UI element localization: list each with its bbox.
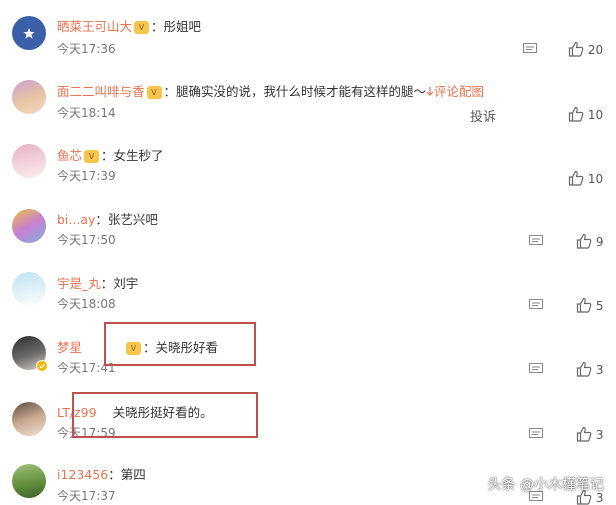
avatar[interactable] — [12, 209, 46, 243]
comment-time: 今天18:08 — [57, 297, 116, 311]
highlight-box — [104, 322, 256, 366]
thumbs-up-icon — [576, 361, 592, 377]
username[interactable]: 鱼芯 — [57, 148, 82, 163]
comment-item: 鱼芯 V ：女生秒了 今天17:39 10 — [0, 130, 616, 194]
avatar[interactable] — [12, 80, 46, 114]
comment-text: 彤姐吧 — [163, 19, 202, 34]
like-count: 3 — [595, 428, 604, 442]
comment-item: bi...ay：张艺兴吧 今天17:50 9 — [0, 194, 616, 258]
image-link[interactable]: 评论配图 — [426, 84, 484, 99]
username[interactable]: 宇是_丸 — [57, 276, 101, 291]
vip-badge-icon: V — [84, 150, 100, 163]
star-icon — [23, 28, 35, 39]
like-button[interactable]: 3 — [576, 426, 603, 442]
like-button[interactable]: 20 — [568, 41, 603, 57]
comment-time: 今天18:14 — [57, 106, 116, 120]
comment-item: 宇是_丸：刘宇 今天18:08 5 — [0, 258, 616, 322]
highlight-box — [72, 392, 258, 438]
link-icon — [426, 87, 434, 96]
comment-text: 第四 — [120, 467, 146, 482]
comment-item: 晒菜王可山大 V ：彤姐吧 今天17:36 20 — [0, 0, 616, 60]
like-button[interactable]: 9 — [576, 233, 603, 249]
thumbs-up-icon — [568, 106, 584, 122]
comment-line: 鱼芯 V ：女生秒了 — [57, 148, 164, 163]
comment-line: bi...ay：张艺兴吧 — [57, 212, 158, 227]
avatar[interactable] — [12, 464, 46, 498]
report-button[interactable]: 投诉 — [470, 106, 496, 125]
avatar[interactable] — [12, 272, 46, 306]
thumbs-up-icon — [576, 297, 592, 313]
reply-icon[interactable] — [529, 363, 543, 375]
comment-text: 张艺兴吧 — [107, 212, 158, 227]
comment-time: 今天17:39 — [57, 169, 116, 183]
reply-icon[interactable] — [529, 428, 543, 440]
comment-item: 面二二叫啡与香 V ：腿确实没的说，我什么时候才能有这样的腿～ 评论配图 今天18:1… — [0, 60, 616, 130]
comment-line: 宇是_丸：刘宇 — [57, 276, 139, 291]
comment-line: 面二二叫啡与香 V ：腿确实没的说，我什么时候才能有这样的腿～ 评论配图 — [57, 84, 485, 99]
username[interactable]: bi...ay — [57, 212, 95, 227]
avatar[interactable] — [12, 16, 46, 50]
like-count: 5 — [595, 299, 604, 313]
vip-badge-icon: V — [146, 86, 162, 99]
reply-icon[interactable] — [523, 43, 537, 55]
like-button[interactable]: 5 — [576, 297, 603, 313]
comment-time: 今天17:36 — [57, 42, 116, 56]
avatar[interactable] — [12, 144, 46, 178]
comment-time: 今天17:37 — [57, 489, 116, 503]
vip-badge-icon: V — [134, 21, 150, 34]
username[interactable]: ⅰ123456 — [57, 467, 108, 482]
comment-text: 女生秒了 — [113, 148, 164, 163]
avatar[interactable] — [12, 402, 46, 436]
thumbs-up-icon — [568, 41, 584, 57]
like-button[interactable]: 10 — [568, 170, 603, 186]
thumbs-up-icon — [576, 233, 592, 249]
reply-icon[interactable] — [529, 235, 543, 247]
like-button[interactable]: 10 — [568, 106, 603, 122]
watermark: 头条 @小木槿笔记 — [487, 477, 604, 493]
comment-text: 腿确实没的说，我什么时候才能有这样的腿～ — [176, 84, 427, 99]
like-count: 10 — [587, 172, 604, 186]
username[interactable]: 面二二叫啡与香 — [57, 84, 145, 99]
like-count: 9 — [595, 235, 604, 249]
username[interactable]: 晒菜王可山大 — [57, 19, 132, 34]
like-count: 20 — [587, 43, 604, 57]
comment-item: 梦星 V ：关晓彤好看 今天17:41 3 — [0, 322, 616, 384]
thumbs-up-icon — [576, 426, 592, 442]
like-count: 3 — [595, 363, 604, 377]
comment-time: 今天17:50 — [57, 233, 116, 247]
thumbs-up-icon — [568, 170, 584, 186]
comment-text: 刘宇 — [113, 276, 139, 291]
username[interactable]: 梦星 — [57, 340, 82, 355]
like-button[interactable]: 3 — [576, 361, 603, 377]
comment-line: 晒菜王可山大 V ：彤姐吧 — [57, 19, 202, 34]
verified-badge-icon — [36, 360, 48, 372]
reply-icon[interactable] — [529, 299, 543, 311]
like-count: 10 — [587, 108, 604, 122]
comment-line: ⅰ123456：第四 — [57, 467, 146, 482]
